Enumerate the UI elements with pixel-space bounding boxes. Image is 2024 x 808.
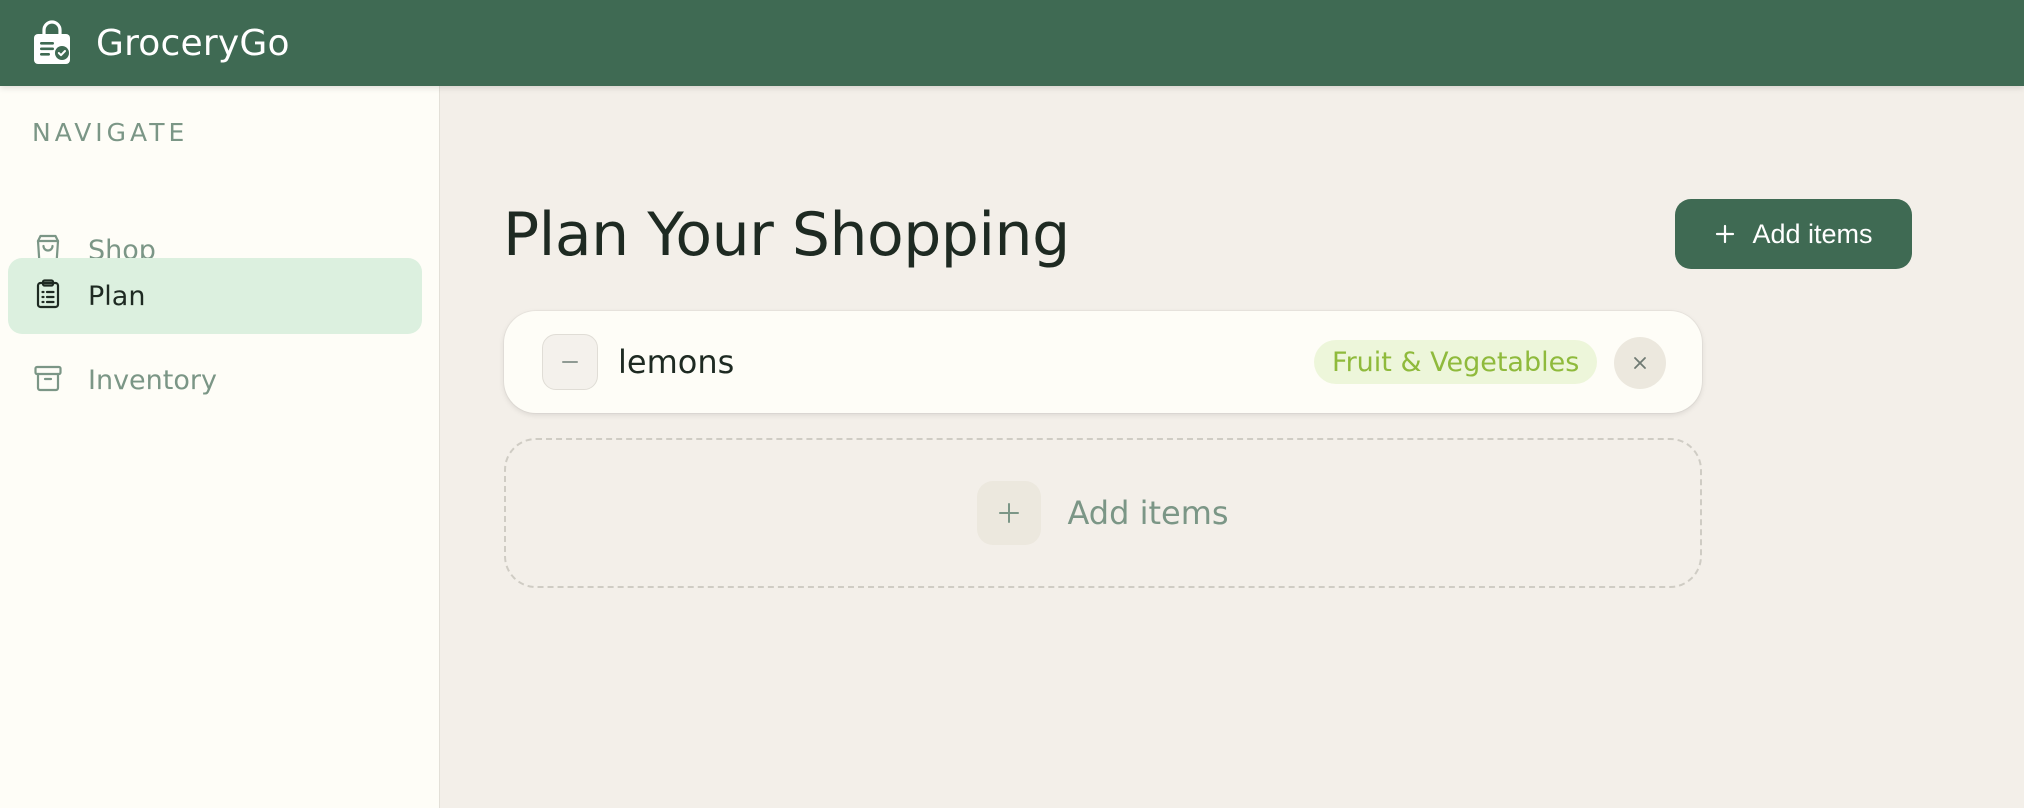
sidebar-heading: NAVIGATE xyxy=(32,118,189,147)
sidebar-item-plan[interactable]: Plan xyxy=(8,258,422,334)
shopping-bag-check-icon xyxy=(32,20,72,66)
list-item: lemons Fruit & Vegetables xyxy=(504,311,1702,413)
plus-icon xyxy=(1714,223,1752,245)
category-badge: Fruit & Vegetables xyxy=(1314,340,1598,384)
archive-box-icon xyxy=(32,362,64,398)
sidebar-item-inventory[interactable]: Inventory xyxy=(8,342,422,418)
add-items-button-label: Add items xyxy=(1752,218,1873,249)
add-items-label: Add items xyxy=(1067,494,1229,532)
add-items-dropzone[interactable]: Add items xyxy=(504,438,1702,588)
decrement-button[interactable] xyxy=(542,334,598,390)
add-items-button[interactable]: Add items xyxy=(1675,199,1912,269)
close-icon xyxy=(1632,355,1648,371)
top-bar: GroceryGo xyxy=(0,0,2024,86)
app-title: GroceryGo xyxy=(96,22,290,64)
sidebar: NAVIGATE Shop Plan Inventory xyxy=(0,86,440,808)
sidebar-item-label: Plan xyxy=(88,280,146,312)
add-items-icon-button[interactable] xyxy=(977,481,1042,545)
item-name: lemons xyxy=(618,343,735,381)
remove-item-button[interactable] xyxy=(1614,337,1666,389)
plus-icon xyxy=(997,501,1021,525)
sidebar-item-label: Inventory xyxy=(88,364,217,396)
minus-icon xyxy=(560,352,580,372)
clipboard-list-icon xyxy=(32,278,64,314)
page-title: Plan Your Shopping xyxy=(503,200,1070,270)
